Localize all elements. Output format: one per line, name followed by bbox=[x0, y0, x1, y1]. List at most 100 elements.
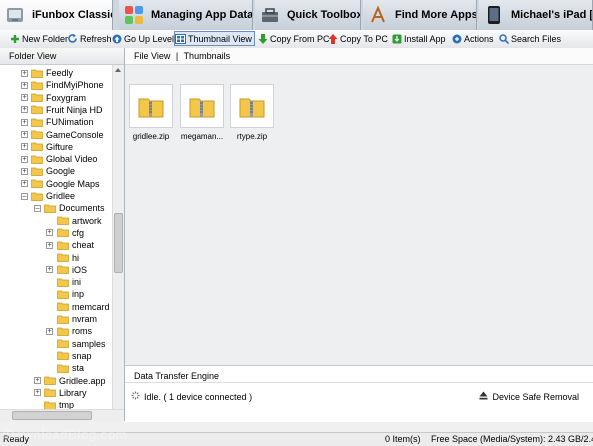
tree-item[interactable]: iOS bbox=[57, 264, 87, 276]
search-files-button[interactable]: Search Files bbox=[498, 31, 561, 46]
actions-icon bbox=[451, 33, 462, 44]
tree-item[interactable]: Feedly bbox=[31, 67, 73, 79]
expand-icon[interactable]: + bbox=[46, 266, 53, 274]
tree-item-label: snap bbox=[72, 350, 92, 361]
tree-item-label: artwork bbox=[72, 215, 102, 226]
tree-item-label: ini bbox=[72, 277, 82, 288]
expand-icon[interactable]: + bbox=[21, 143, 28, 151]
device-safe-removal-button[interactable]: Device Safe Removal bbox=[479, 391, 579, 402]
collapse-icon[interactable]: – bbox=[34, 204, 41, 212]
tree-item[interactable]: Google Maps bbox=[31, 178, 100, 190]
actions-label: Actions bbox=[464, 33, 494, 44]
view-tab-separator: | bbox=[175, 51, 179, 61]
tree-horizontal-scrollbar[interactable] bbox=[0, 409, 124, 422]
file-thumbnail[interactable]: rtype.zip bbox=[229, 84, 275, 141]
refresh-button[interactable]: Refresh bbox=[67, 31, 112, 46]
file-thumbnail[interactable]: gridlee.zip bbox=[128, 84, 174, 141]
tree-item[interactable]: Gifture bbox=[31, 141, 73, 153]
tree-item[interactable]: FUNimation bbox=[31, 116, 94, 128]
tab-quick-toolbox[interactable]: Quick Toolbox bbox=[255, 0, 361, 30]
folder-icon bbox=[31, 192, 43, 201]
tree-vertical-scrollbar[interactable] bbox=[112, 65, 124, 421]
tree-item[interactable]: Gridlee.app bbox=[44, 375, 106, 387]
expand-icon[interactable]: + bbox=[34, 389, 41, 397]
expand-icon[interactable]: + bbox=[21, 69, 28, 77]
tree-item[interactable]: roms bbox=[57, 325, 92, 337]
file-thumbnail[interactable]: megaman... bbox=[179, 84, 225, 141]
tab-label: Find More Apps bbox=[395, 9, 477, 21]
watermark: iDownloadBlog.com bbox=[2, 427, 127, 442]
tree-item[interactable]: samples bbox=[57, 338, 106, 350]
thumbnails-tab[interactable]: Thumbnails bbox=[184, 51, 231, 61]
tree-item-label: Gifture bbox=[46, 141, 74, 152]
tree-item-label: cheat bbox=[72, 240, 95, 251]
tree-item[interactable]: artwork bbox=[57, 215, 102, 227]
tree-item-label: cfg bbox=[72, 227, 85, 238]
scroll-up-arrow-icon[interactable] bbox=[115, 68, 121, 72]
file-view-tab[interactable]: File View bbox=[134, 51, 170, 61]
folder-icon bbox=[57, 229, 69, 238]
folder-icon bbox=[57, 327, 69, 336]
tree-item[interactable]: GameConsole bbox=[31, 129, 104, 141]
tree-item[interactable]: ini bbox=[57, 276, 81, 288]
expand-icon[interactable]: + bbox=[21, 81, 28, 89]
scroll-thumb[interactable] bbox=[114, 213, 123, 273]
thumbnail-area[interactable]: gridlee.zip megaman... rtype.zip bbox=[125, 65, 593, 365]
tree-item[interactable]: Fruit Ninja HD bbox=[31, 104, 103, 116]
expand-icon[interactable]: + bbox=[21, 155, 28, 163]
thumbnail-view-button[interactable]: Thumbnail View bbox=[174, 31, 255, 46]
copy-from-pc-button[interactable]: Copy From PC bbox=[257, 31, 330, 46]
tab-device-ipad[interactable]: Michael's iPad [ Ne bbox=[479, 0, 593, 30]
tab-ifunbox-classic[interactable]: iFunbox Classic bbox=[0, 0, 113, 30]
expand-icon[interactable]: + bbox=[46, 327, 53, 335]
tree-item[interactable]: FindMyiPhone bbox=[31, 79, 104, 91]
tree-item[interactable]: Documents bbox=[44, 202, 105, 214]
tree-item[interactable]: sta bbox=[57, 362, 84, 374]
tree-item[interactable]: Foxygram bbox=[31, 92, 86, 104]
tree-item-label: FindMyiPhone bbox=[46, 80, 104, 91]
data-transfer-panel: Data Transfer Engine Idle. ( 1 device co… bbox=[125, 365, 593, 422]
folder-tree: + Feedly + FindMyiPhone + Foxygram + Fruit Ninj… bbox=[0, 65, 112, 421]
tab-find-more-apps[interactable]: Find More Apps bbox=[363, 0, 477, 30]
new-folder-button[interactable]: New Folder bbox=[9, 31, 68, 46]
expand-icon[interactable]: + bbox=[21, 131, 28, 138]
arrow-down-icon bbox=[257, 33, 268, 44]
tree-item[interactable]: memcard bbox=[57, 301, 110, 313]
expand-icon[interactable]: + bbox=[21, 94, 28, 102]
tree-item[interactable]: hi bbox=[57, 252, 79, 264]
tree-item[interactable]: inp bbox=[57, 288, 84, 300]
folder-icon bbox=[57, 265, 69, 275]
install-app-button[interactable]: Install App bbox=[391, 31, 446, 46]
expand-icon[interactable]: + bbox=[21, 167, 28, 175]
expand-icon[interactable]: + bbox=[34, 377, 41, 384]
tree-item[interactable]: nvram bbox=[57, 313, 97, 325]
go-up-level-button[interactable]: Go Up Level bbox=[111, 31, 174, 46]
folder-icon bbox=[31, 118, 43, 127]
copy-to-pc-button[interactable]: Copy To PC bbox=[327, 31, 388, 46]
folder-icon bbox=[57, 364, 69, 373]
folder-icon bbox=[57, 339, 69, 348]
tree-item[interactable]: cheat bbox=[57, 239, 94, 251]
tab-label: Quick Toolbox bbox=[287, 9, 361, 21]
tree-item[interactable]: Google bbox=[31, 165, 75, 177]
plus-icon bbox=[9, 33, 20, 44]
expand-icon[interactable]: + bbox=[21, 180, 28, 188]
expand-icon[interactable]: + bbox=[46, 241, 53, 249]
tab-label: iFunbox Classic bbox=[32, 9, 113, 21]
expand-icon[interactable]: + bbox=[21, 118, 28, 126]
tree-item[interactable]: cfg bbox=[57, 227, 84, 239]
toolbar: New Folder Refresh Go Up Level Thumbnail… bbox=[0, 30, 593, 49]
tree-item[interactable]: Library bbox=[44, 387, 87, 399]
horizontal-scroll-thumb[interactable] bbox=[12, 411, 92, 420]
eject-icon bbox=[479, 391, 488, 402]
collapse-icon[interactable]: – bbox=[21, 192, 28, 200]
tree-item[interactable]: snap bbox=[57, 350, 92, 362]
actions-button[interactable]: Actions bbox=[451, 31, 494, 46]
tree-item[interactable]: Global Video bbox=[31, 153, 97, 165]
expand-icon[interactable]: + bbox=[46, 229, 53, 237]
tab-managing-app-data[interactable]: Managing App Data bbox=[119, 0, 253, 30]
tree-item-label: iOS bbox=[72, 264, 88, 275]
tree-item[interactable]: Gridlee bbox=[31, 190, 75, 202]
refresh-icon bbox=[67, 33, 78, 44]
expand-icon[interactable]: + bbox=[21, 106, 28, 114]
